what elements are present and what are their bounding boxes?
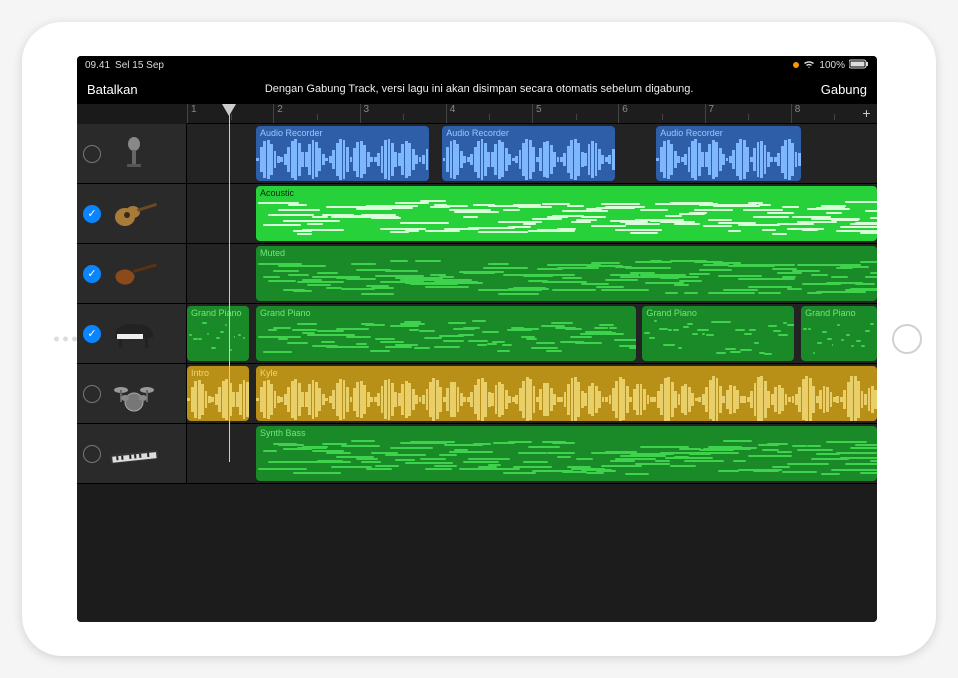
wifi-icon xyxy=(803,59,815,72)
track-select-checkbox[interactable]: ✓ xyxy=(83,325,101,343)
merge-button[interactable]: Gabung xyxy=(821,82,867,97)
region-label: Grand Piano xyxy=(646,308,790,318)
ruler-mark: 1 xyxy=(187,104,273,123)
region-label: Intro xyxy=(191,368,245,378)
region-label: Audio Recorder xyxy=(260,128,425,138)
track-lane[interactable]: Grand Piano Grand Piano Grand Piano Grand P… xyxy=(187,304,877,363)
timeline-ruler[interactable]: 1 2 3 4 5 6 7 8 + xyxy=(187,104,877,124)
merge-header-bar: Batalkan Dengan Gabung Track, versi lagu… xyxy=(77,74,877,104)
ruler-mark: 2 xyxy=(273,104,359,123)
waveform xyxy=(256,140,429,179)
track-header[interactable]: ✓ xyxy=(77,304,187,363)
midi-notes xyxy=(189,320,247,359)
battery-percent: 100% xyxy=(819,60,845,71)
region-label: Muted xyxy=(260,248,873,258)
region[interactable]: Audio Recorder xyxy=(442,126,615,181)
track-row-drums: Intro Kyle xyxy=(77,364,877,424)
ipad-frame: 09.41 Sel 15 Sep 100% Batalkan Dengan Ga… xyxy=(22,22,936,656)
track-row-bass-guitar: ✓ Muted xyxy=(77,244,877,304)
region[interactable]: Grand Piano xyxy=(256,306,636,361)
track-lane[interactable]: Acoustic xyxy=(187,184,877,243)
track-select-checkbox[interactable]: ✓ xyxy=(83,265,101,283)
device-speaker-dots xyxy=(54,337,77,342)
midi-notes xyxy=(258,260,875,299)
track-header[interactable] xyxy=(77,424,187,483)
region-label: Kyle xyxy=(260,368,873,378)
grand-piano-icon xyxy=(107,314,161,354)
region[interactable]: Acoustic xyxy=(256,186,877,241)
region[interactable]: Synth Bass xyxy=(256,426,877,481)
track-select-checkbox[interactable] xyxy=(83,385,101,403)
track-header[interactable]: ✓ xyxy=(77,184,187,243)
acoustic-guitar-icon xyxy=(107,194,161,234)
track-header[interactable]: ✓ xyxy=(77,244,187,303)
bass-guitar-icon xyxy=(107,254,161,294)
midi-notes xyxy=(803,320,875,359)
midi-notes xyxy=(258,320,634,359)
waveform xyxy=(187,380,249,419)
region[interactable]: Grand Piano xyxy=(801,306,877,361)
region-label: Synth Bass xyxy=(260,428,873,438)
midi-notes xyxy=(644,320,792,359)
region[interactable]: Grand Piano xyxy=(642,306,794,361)
region[interactable]: Audio Recorder xyxy=(256,126,429,181)
track-lane[interactable]: Audio Recorder Audio Recorder Audio Record… xyxy=(187,124,877,183)
waveform xyxy=(256,380,877,419)
track-select-checkbox[interactable]: ✓ xyxy=(83,205,101,223)
add-section-button[interactable]: + xyxy=(859,106,874,121)
status-time: 09.41 xyxy=(85,60,110,71)
track-lane[interactable]: Intro Kyle xyxy=(187,364,877,423)
recording-indicator-icon xyxy=(793,62,799,68)
region[interactable]: Audio Recorder xyxy=(656,126,801,181)
microphone-icon xyxy=(107,134,161,174)
track-lane[interactable]: Muted xyxy=(187,244,877,303)
battery-icon xyxy=(849,59,869,72)
region-label: Acoustic xyxy=(260,188,873,198)
region[interactable]: Muted xyxy=(256,246,877,301)
midi-notes xyxy=(258,200,875,239)
app-screen: 09.41 Sel 15 Sep 100% Batalkan Dengan Ga… xyxy=(77,56,877,622)
region-label: Grand Piano xyxy=(805,308,873,318)
merge-message: Dengan Gabung Track, versi lagu ini akan… xyxy=(138,83,821,95)
tracks-area: Audio Recorder Audio Recorder Audio Record… xyxy=(77,124,877,484)
track-select-checkbox[interactable] xyxy=(83,445,101,463)
ruler-mark: 7 xyxy=(705,104,791,123)
ruler-mark: 3 xyxy=(360,104,446,123)
region[interactable]: Grand Piano xyxy=(187,306,249,361)
track-header[interactable] xyxy=(77,364,187,423)
track-row-synth: Synth Bass xyxy=(77,424,877,484)
track-lane[interactable]: Synth Bass xyxy=(187,424,877,483)
track-row-mic: Audio Recorder Audio Recorder Audio Record… xyxy=(77,124,877,184)
region-label: Audio Recorder xyxy=(446,128,611,138)
ruler-mark: 5 xyxy=(532,104,618,123)
home-button[interactable] xyxy=(892,324,922,354)
waveform xyxy=(656,140,801,179)
status-bar: 09.41 Sel 15 Sep 100% xyxy=(77,56,877,74)
status-date: Sel 15 Sep xyxy=(115,60,164,71)
waveform xyxy=(442,140,615,179)
region-label: Grand Piano xyxy=(260,308,632,318)
track-select-checkbox[interactable] xyxy=(83,145,101,163)
tracks-empty-area xyxy=(77,484,877,622)
region[interactable]: Intro xyxy=(187,366,249,421)
cancel-button[interactable]: Batalkan xyxy=(87,82,138,97)
ruler-mark: 4 xyxy=(446,104,532,123)
midi-notes xyxy=(258,440,875,479)
region-label: Grand Piano xyxy=(191,308,245,318)
keyboard-synth-icon xyxy=(107,434,161,474)
region-label: Audio Recorder xyxy=(660,128,797,138)
track-row-acoustic-guitar: ✓ Acoustic xyxy=(77,184,877,244)
track-header[interactable] xyxy=(77,124,187,183)
region[interactable]: Kyle xyxy=(256,366,877,421)
track-row-piano: ✓Grand PianoGrand PianoGrand PianoGrand … xyxy=(77,304,877,364)
drum-kit-icon xyxy=(107,374,161,414)
ruler-mark: 6 xyxy=(618,104,704,123)
